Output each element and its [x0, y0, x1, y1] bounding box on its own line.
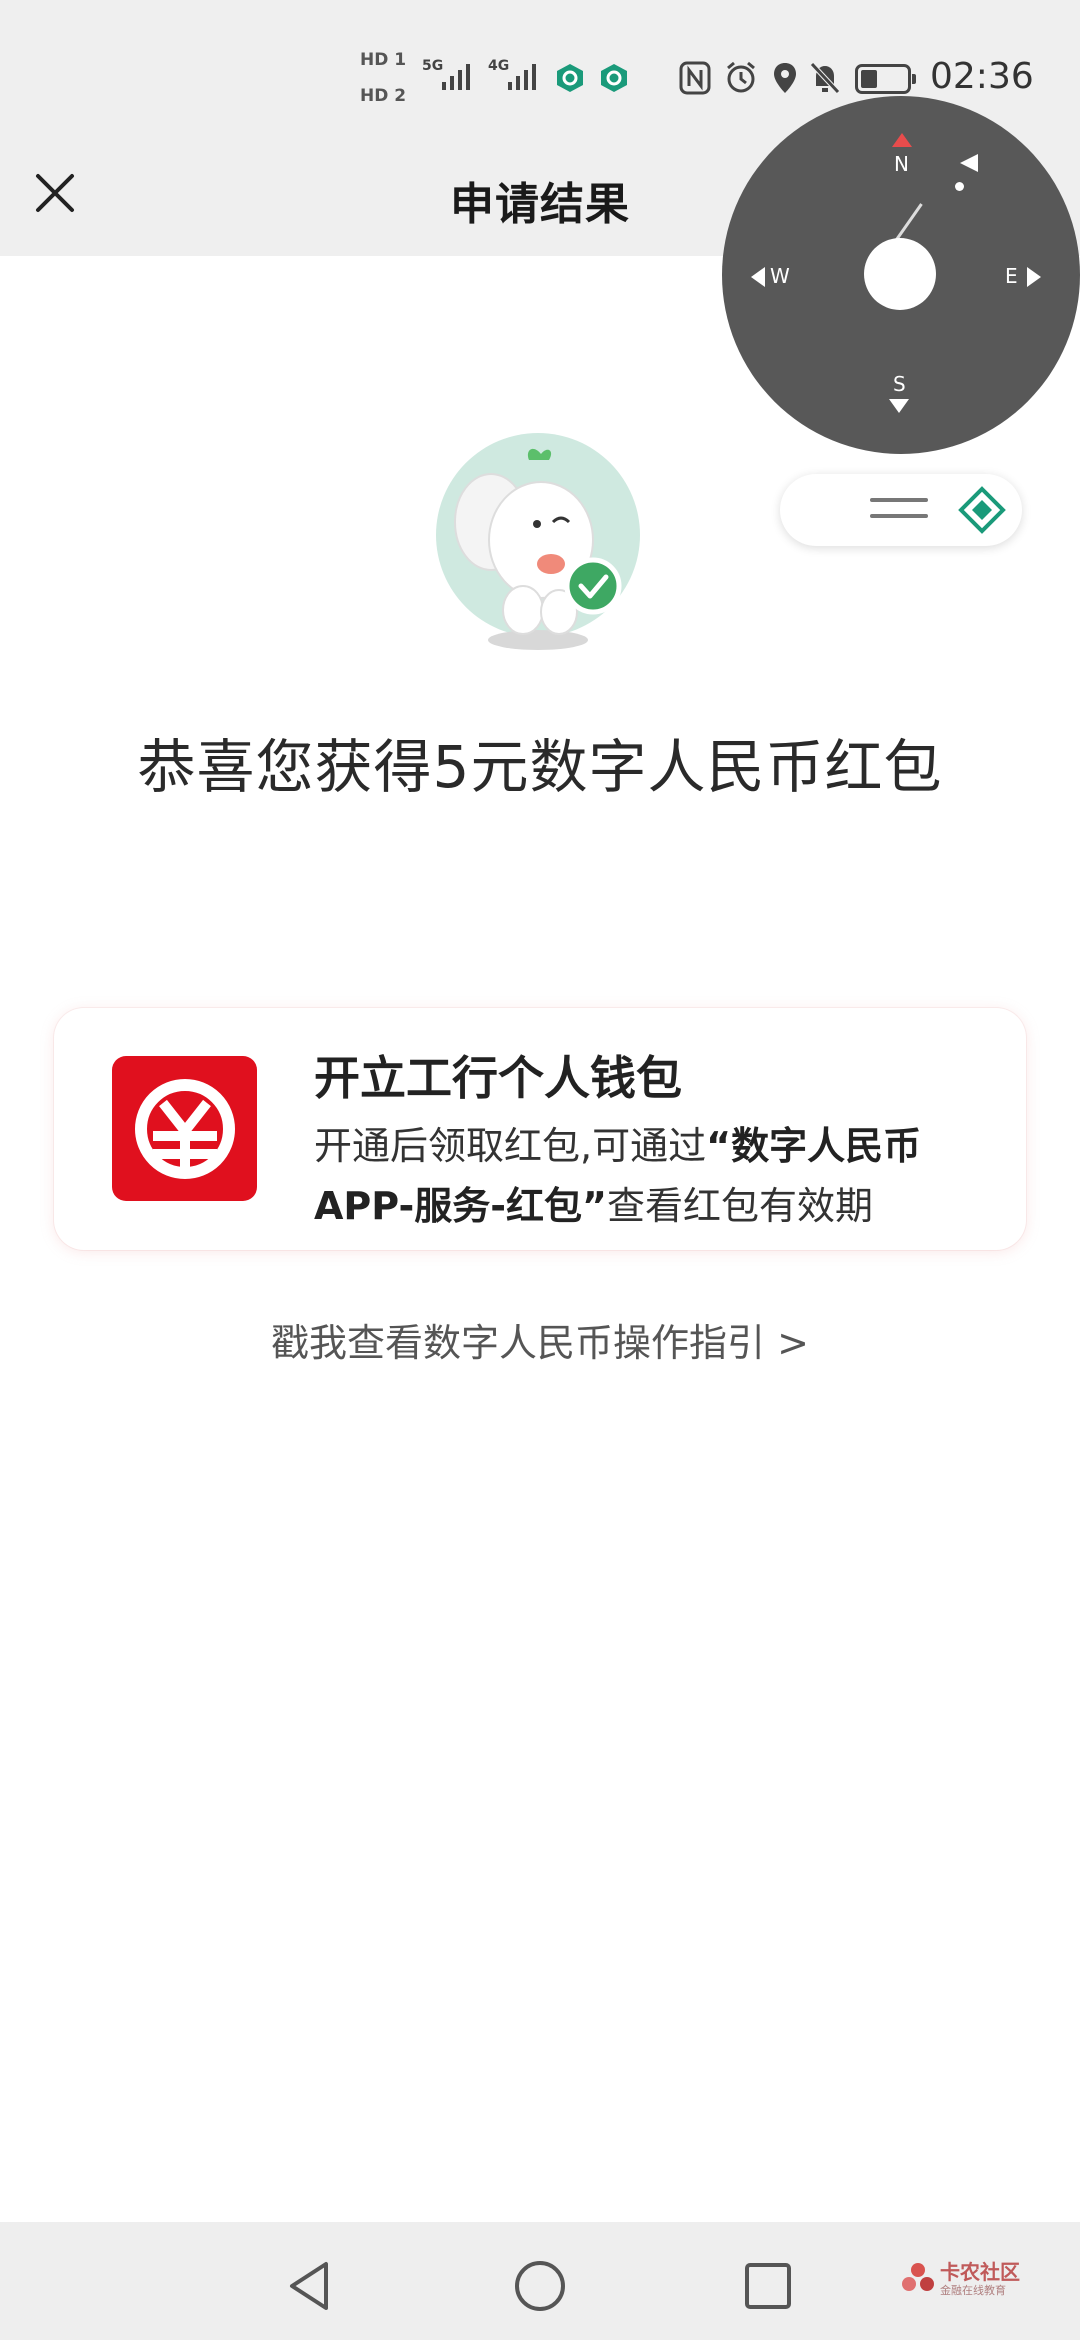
wallet-desc-prefix: 开通后领取红包,可通过: [314, 1124, 707, 1168]
home-circle-icon[interactable]: [510, 2256, 570, 2316]
compass-north-label: N: [894, 152, 909, 176]
battery-icon: [855, 64, 916, 94]
sim2-indicator: HD 2: [360, 86, 407, 106]
wallet-card-description: 开通后领取红包,可通过“数字人民币APP-服务-红包”查看红包有效期: [314, 1116, 994, 1236]
wallet-card-title: 开立工行个人钱包: [314, 1051, 682, 1105]
menu-bars-icon: [870, 498, 928, 530]
pointer-arrow-icon: [960, 154, 978, 172]
diamond-icon: [958, 486, 1006, 534]
status-time: 02:36: [930, 56, 1034, 97]
alarm-icon: [727, 61, 755, 93]
system-nav-bar: 卡农社区 金融在线教育: [0, 2222, 1080, 2340]
app-root: HD 1 HD 2 5G 4G 02:36 申请结果 恭喜您获得5元数字人民币红…: [0, 0, 1080, 2340]
guide-link[interactable]: 戳我查看数字人民币操作指引 >: [0, 1312, 1080, 1367]
pointer-dot: [955, 182, 964, 191]
compass-knob[interactable]: [864, 238, 936, 310]
sim1-indicator: HD 1: [360, 50, 407, 70]
compass-west-label: W: [770, 264, 790, 288]
west-arrow-icon: [751, 267, 765, 287]
signal-bars-icon: [442, 64, 470, 90]
north-arrow-icon: [892, 133, 912, 147]
open-wallet-card[interactable]: 开立工行个人钱包 开通后领取红包,可通过“数字人民币APP-服务-红包”查看红包…: [54, 1008, 1026, 1250]
floating-toolbar-pill[interactable]: [780, 474, 1022, 546]
compass-east-label: E: [1005, 264, 1018, 288]
compass-south-label: S: [893, 372, 906, 396]
mute-icon: [810, 62, 840, 94]
east-arrow-icon: [1027, 267, 1041, 287]
watermark-name: 卡农社区: [940, 2260, 1020, 2284]
e-cny-logo-icon: [112, 1056, 257, 1201]
signal-4g: 4G: [488, 58, 548, 98]
location-icon: [774, 63, 796, 93]
elephant-mascot-icon: [436, 433, 640, 650]
back-triangle-icon[interactable]: [280, 2256, 340, 2316]
nfc-icon: [679, 61, 711, 95]
signal-5g: 5G: [422, 58, 482, 98]
watermark-subtitle: 金融在线教育: [940, 2284, 1006, 2297]
signal-bars-icon: [508, 64, 536, 90]
watermark: 卡农社区 金融在线教育: [900, 2254, 1050, 2304]
vpn-hexagon-icon: [557, 64, 583, 92]
vpn-hexagon-icon: [601, 64, 627, 92]
watermark-logo-icon: [902, 2263, 934, 2291]
wallet-desc-suffix: 查看红包有效期: [606, 1184, 873, 1228]
south-arrow-icon: [889, 399, 909, 413]
success-message: 恭喜您获得5元数字人民币红包: [137, 733, 943, 801]
floating-compass-widget[interactable]: N S W E: [722, 96, 1080, 454]
recents-square-icon[interactable]: [738, 2256, 798, 2316]
sim-indicators: HD 1 HD 2: [360, 50, 414, 122]
